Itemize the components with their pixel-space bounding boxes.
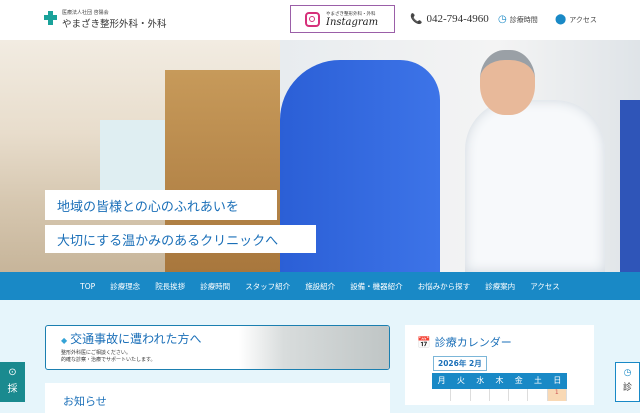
- instagram-button[interactable]: やまざき整形外科・外科 Instagram: [290, 5, 395, 33]
- logo-subtitle: 医療法人社団 啓陽会: [62, 10, 109, 16]
- main-nav: TOP 診療理念 院長挨拶 診療時間 スタッフ紹介 施設紹介 設備・機器紹介 お…: [0, 272, 640, 300]
- nav-philosophy[interactable]: 診療理念: [110, 281, 140, 292]
- hours-link[interactable]: ◷ 診療時間: [498, 14, 538, 25]
- nav-staff[interactable]: スタッフ紹介: [245, 281, 290, 292]
- phone-number: 042-794-4960: [426, 13, 489, 25]
- nav-access[interactable]: アクセス: [530, 281, 560, 292]
- calendar-month: 2026年 2月: [433, 356, 487, 371]
- search-person-icon: ⊙: [8, 367, 17, 378]
- map-pin-icon: ⬤: [555, 14, 567, 25]
- nav-top[interactable]: TOP: [80, 282, 95, 291]
- nav-facility[interactable]: 施設紹介: [305, 281, 335, 292]
- hero-banner: 地域の皆様との心のふれあいを 大切にする温かみのあるクリニックへ: [0, 40, 640, 272]
- nav-symptoms[interactable]: お悩みから探す: [418, 281, 471, 292]
- hours-label: 診療時間: [509, 15, 538, 24]
- clock-icon: ◷: [623, 368, 632, 378]
- accident-text: 整形外科医にご相談ください。 的確な診察・治療でサポートいたします。: [61, 350, 156, 363]
- nav-services[interactable]: 診療案内: [485, 281, 515, 292]
- phone-link[interactable]: 📞 042-794-4960: [410, 13, 489, 25]
- instagram-label: Instagram: [326, 16, 379, 28]
- accident-image: [239, 326, 389, 369]
- medical-cross-icon: [44, 10, 57, 29]
- traffic-accident-banner[interactable]: 交通事故に遭われた方へ 整形外科医にご相談ください。的確な診察・治療でサポートい…: [45, 325, 390, 370]
- doctor-photo: [280, 40, 640, 272]
- clinic-logo[interactable]: 医療法人社団 啓陽会 やまざき整形外科・外科: [44, 9, 167, 30]
- hero-slogan-2: 大切にする温かみのあるクリニックへ: [45, 225, 316, 253]
- phone-icon: 📞: [410, 13, 423, 25]
- instagram-subtitle: やまざき整形外科・外科: [326, 11, 376, 17]
- clock-icon: ◷: [498, 14, 507, 25]
- calendar-title: 📅 診療カレンダー: [417, 335, 512, 350]
- news-card: お知らせ: [45, 383, 390, 413]
- calendar-card: 📅 診療カレンダー 2026年 2月 月火水木金土日 1: [405, 325, 594, 405]
- news-title: お知らせ: [63, 395, 107, 408]
- nav-greeting[interactable]: 院長挨拶: [155, 281, 185, 292]
- access-label: アクセス: [569, 15, 597, 24]
- nav-equipment[interactable]: 設備・機器紹介: [350, 281, 403, 292]
- accident-title: 交通事故に遭われた方へ: [61, 330, 201, 347]
- calendar-icon: 📅: [417, 335, 431, 349]
- logo-title: やまざき整形外科・外科: [62, 19, 167, 30]
- nav-hours[interactable]: 診療時間: [200, 281, 230, 292]
- instagram-icon: [305, 11, 320, 27]
- header: 医療法人社団 啓陽会 やまざき整形外科・外科 やまざき整形外科・外科 Insta…: [0, 0, 640, 40]
- access-link[interactable]: ⬤ アクセス: [555, 14, 597, 25]
- calendar-day: 1: [547, 389, 567, 401]
- recruit-side-tab[interactable]: ⊙ 採: [0, 362, 25, 402]
- calendar-row: 1: [432, 389, 567, 401]
- hours-side-tab[interactable]: ◷ 診: [615, 362, 640, 402]
- hero-slogan-1: 地域の皆様との心のふれあいを: [45, 190, 277, 220]
- calendar-weekdays: 月火水木金土日: [432, 373, 567, 389]
